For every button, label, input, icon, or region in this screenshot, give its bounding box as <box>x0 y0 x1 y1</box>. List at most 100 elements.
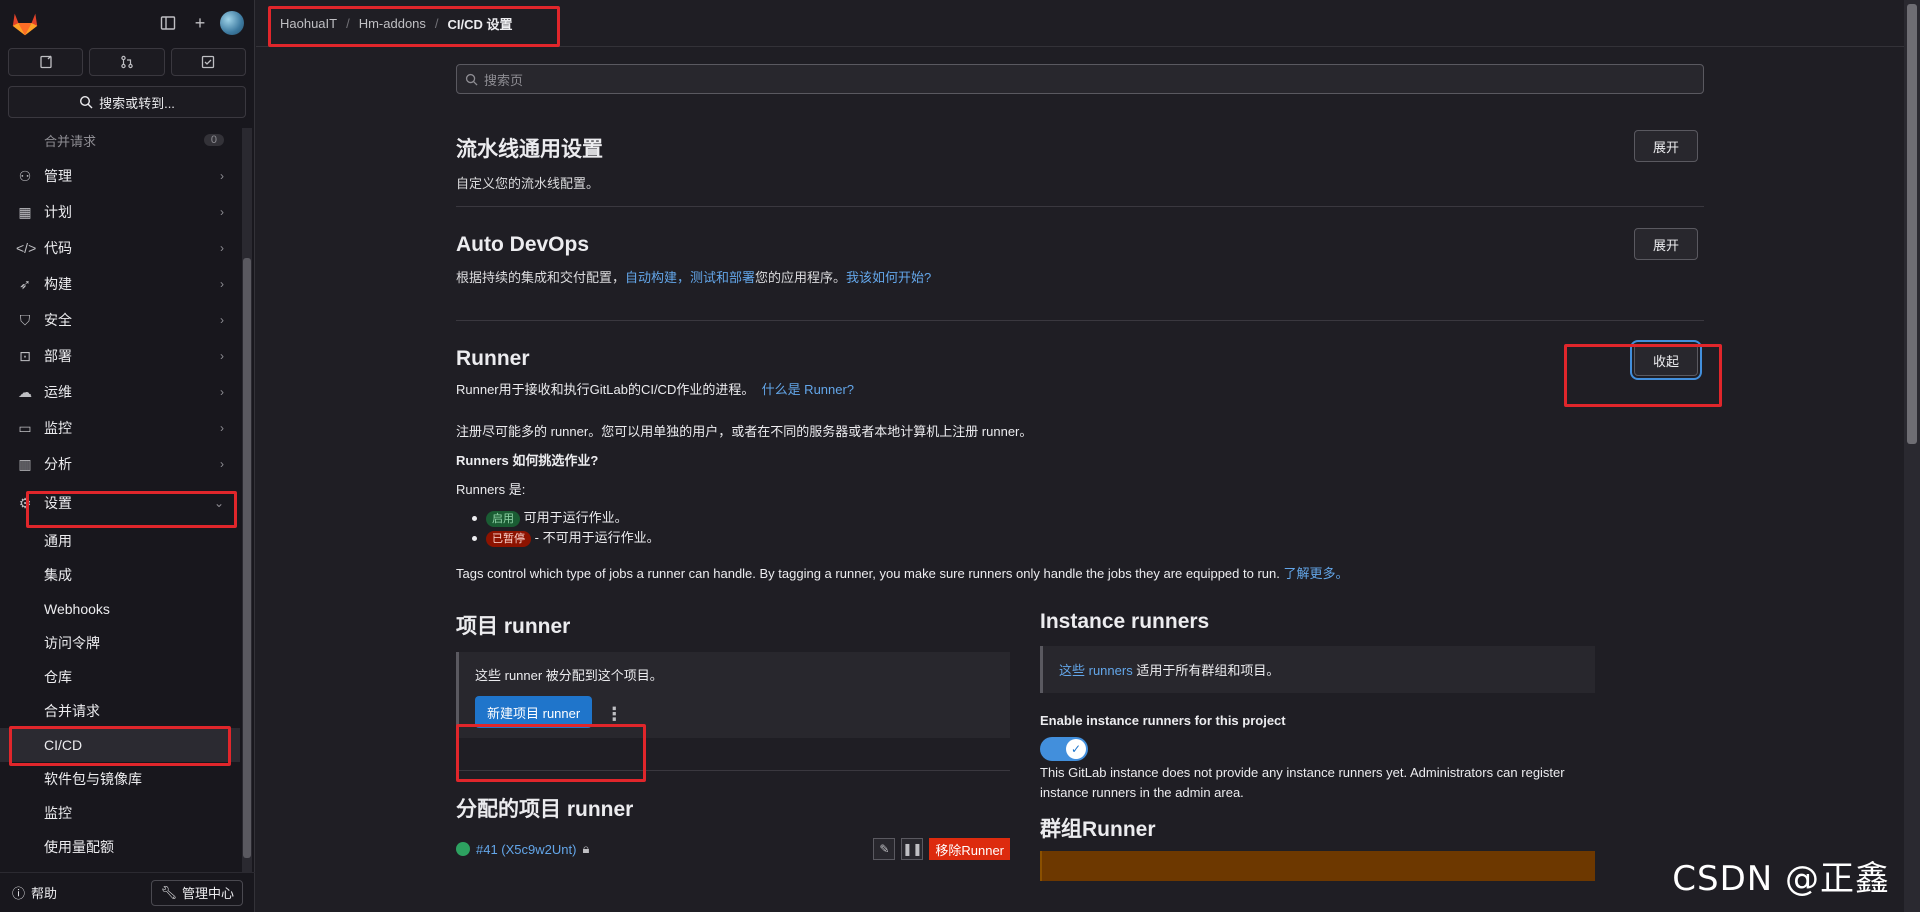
expand-button-auto-devops[interactable]: 展开 <box>1633 228 1698 260</box>
list-item: 启用 可用于运行作业。 <box>472 508 1704 528</box>
admin-area-label: 管理中心 <box>181 886 234 901</box>
sidebar-subitem-packages[interactable]: 软件包与镜像库 <box>0 762 240 796</box>
help-button[interactable]: ⓘ 帮助 <box>12 883 151 902</box>
status-badge-paused: 已暂停 <box>486 531 531 547</box>
sidebar-item-label: 分析 <box>44 456 72 472</box>
sidebar-scrollbar[interactable] <box>242 128 252 872</box>
what-is-runner-link[interactable]: 什么是 Runner? <box>762 382 854 397</box>
breadcrumb-project-link[interactable]: Hm-addons <box>359 16 426 31</box>
section-title: 流水线通用设置 <box>456 138 603 161</box>
enable-instance-runners-toggle[interactable]: ✓ <box>1040 737 1088 761</box>
runners-are-text: Runners 是: <box>456 482 526 497</box>
list-item-text: - 不可用于运行作业。 <box>534 530 660 545</box>
section-auto-devops: Auto DevOps 根据持续的集成和交付配置，自动构建，测试和部署您的应用程… <box>456 207 1704 321</box>
avatar[interactable] <box>220 11 244 35</box>
count-badge: 0 <box>203 134 224 146</box>
edit-runner-icon[interactable]: ✎ <box>873 838 896 860</box>
sidebar-item-settings[interactable]: ⚙ 设置 ⌄ <box>0 482 240 524</box>
search-placeholder: 搜索页 <box>484 72 524 88</box>
sidebar-item-manage[interactable]: ⚇ 管理 › <box>0 158 240 194</box>
admin-area-button[interactable]: 🔧︎ 管理中心 <box>151 879 243 906</box>
runner-row: #41 (X5c9w2Unt) 🔒︎ ✎ ❚❚ 移除Runner <box>456 837 1010 861</box>
breadcrumb-group-link[interactable]: HaohuaIT <box>280 16 337 31</box>
sidebar-item-build[interactable]: ➶ 构建 › <box>0 266 240 302</box>
sidebar-item-merge-requests-faded[interactable]: 合并请求 0 <box>0 126 240 154</box>
runner-link[interactable]: #41 (X5c9w2Unt) <box>476 842 576 857</box>
sidebar-toggle-icon[interactable] <box>154 9 182 37</box>
chevron-right-icon: › <box>220 385 224 399</box>
sidebar-item-code[interactable]: </> 代码 › <box>0 230 240 266</box>
instance-runners-title: Instance runners <box>1040 610 1210 633</box>
sidebar-item-label: 代码 <box>44 240 72 256</box>
sidebar-item-secure[interactable]: ⛉ 安全 › <box>0 302 240 338</box>
page-scrollbar[interactable] <box>1904 0 1920 912</box>
instance-runners-info: 适用于所有群组和项目。 <box>1136 663 1280 678</box>
sidebar-item-label: 管理 <box>44 168 72 184</box>
sidebar-subitem-repository[interactable]: 仓库 <box>0 660 240 694</box>
sidebar-quick-actions <box>0 46 254 78</box>
chevron-right-icon: › <box>220 313 224 327</box>
chevron-right-icon: › <box>220 205 224 219</box>
auto-build-link[interactable]: 自动构建，测试和部署 <box>625 270 755 285</box>
sidebar-item-operate[interactable]: ☁ 运维 › <box>0 374 240 410</box>
sidebar-footer: ⓘ 帮助 🔧︎ 管理中心 <box>0 872 255 912</box>
search-icon <box>465 73 478 86</box>
sidebar-subitem-merge-requests[interactable]: 合并请求 <box>0 694 240 728</box>
sidebar-subitem-monitor[interactable]: 监控 <box>0 796 240 830</box>
shield-icon: ⛉ <box>19 311 31 328</box>
how-to-start-link[interactable]: 我该如何开始? <box>846 270 931 285</box>
sidebar-subitem-cicd[interactable]: CI/CD <box>0 728 240 762</box>
breadcrumb-current-page[interactable]: CI/CD 设置 <box>448 14 513 33</box>
runner-tags-text: Tags control which type of jobs a runner… <box>456 564 1704 584</box>
gear-icon: ⚙ <box>18 494 32 511</box>
more-actions-icon[interactable]: ⋮ <box>604 704 624 725</box>
gitlab-logo-icon[interactable] <box>10 8 40 38</box>
chevron-right-icon: › <box>220 277 224 291</box>
lock-icon: 🔒︎ <box>582 841 590 856</box>
sidebar-item-label: 运维 <box>44 384 72 400</box>
desc-text: 根据持续的集成和交付配置， <box>456 270 626 285</box>
section-pipeline-general: 流水线通用设置 自定义您的流水线配置。 展开 <box>456 94 1704 207</box>
merge-request-icon[interactable] <box>89 48 165 76</box>
sidebar-scrollbar-thumb[interactable] <box>243 258 251 858</box>
settings-search-input[interactable]: 搜索页 <box>456 64 1704 94</box>
pause-runner-icon[interactable]: ❚❚ <box>901 838 924 860</box>
todo-icon[interactable] <box>170 48 246 76</box>
collapse-button-runners[interactable]: 收起 <box>1633 344 1698 376</box>
instance-runners-link[interactable]: 这些 runners <box>1059 663 1133 678</box>
help-icon: ⓘ <box>12 886 26 901</box>
sidebar-item-monitor[interactable]: ▭ 监控 › <box>0 410 240 446</box>
sidebar-subitem-webhooks[interactable]: Webhooks <box>0 592 240 626</box>
main-content: 搜索页 流水线通用设置 自定义您的流水线配置。 展开 Auto DevOps 根… <box>456 48 1704 910</box>
sidebar-item-deploy[interactable]: ⊡ 部署 › <box>0 338 240 374</box>
chevron-right-icon: › <box>220 421 224 435</box>
section-title: Runner <box>456 347 530 370</box>
instance-runners-note: This GitLab instance does not provide an… <box>1040 765 1565 800</box>
issues-icon[interactable] <box>8 48 84 76</box>
sidebar-item-plan[interactable]: ▦ 计划 › <box>0 194 240 230</box>
chevron-down-icon: ⌄ <box>213 496 224 510</box>
remove-runner-button[interactable]: 移除Runner <box>929 838 1010 860</box>
help-label: 帮助 <box>31 886 58 901</box>
cloud-icon: ☁ <box>18 383 32 400</box>
check-icon: ✓ <box>1066 739 1086 759</box>
section-description: 自定义您的流水线配置。 <box>456 176 600 191</box>
assigned-runners: 分配的项目 runner #41 (X5c9w2Unt) 🔒︎ ✎ ❚❚ 移除R… <box>456 770 1010 861</box>
sidebar-subitem-general[interactable]: 通用 <box>0 524 240 558</box>
expand-button-pipeline[interactable]: 展开 <box>1633 130 1698 162</box>
page-scrollbar-thumb[interactable] <box>1907 4 1917 444</box>
instance-runners-column: Instance runners 这些 runners 适用于所有群组和项目。 … <box>1040 610 1595 881</box>
sidebar-subitem-access-tokens[interactable]: 访问令牌 <box>0 626 240 660</box>
plus-icon[interactable]: + <box>186 9 214 37</box>
sidebar-search-button[interactable]: 搜索或转到... <box>8 86 246 118</box>
sidebar-subitem-integrations[interactable]: 集成 <box>0 558 240 592</box>
learn-more-link[interactable]: 了解更多。 <box>1283 566 1348 581</box>
sidebar-item-label: 设置 <box>44 495 72 511</box>
users-icon: ⚇ <box>18 167 32 184</box>
sidebar-item-analyze[interactable]: ▥ 分析 › <box>0 446 240 482</box>
desc-text: 您的应用程序。 <box>755 270 847 285</box>
sidebar-subitem-usage-quotas[interactable]: 使用量配额 <box>0 830 240 864</box>
project-runner-actions: 新建项目 runner ⋮ <box>475 696 994 728</box>
project-runners-column: 项目 runner 这些 runner 被分配到这个项目。 新建项目 runne… <box>456 610 1010 861</box>
new-project-runner-button[interactable]: 新建项目 runner <box>475 696 593 728</box>
